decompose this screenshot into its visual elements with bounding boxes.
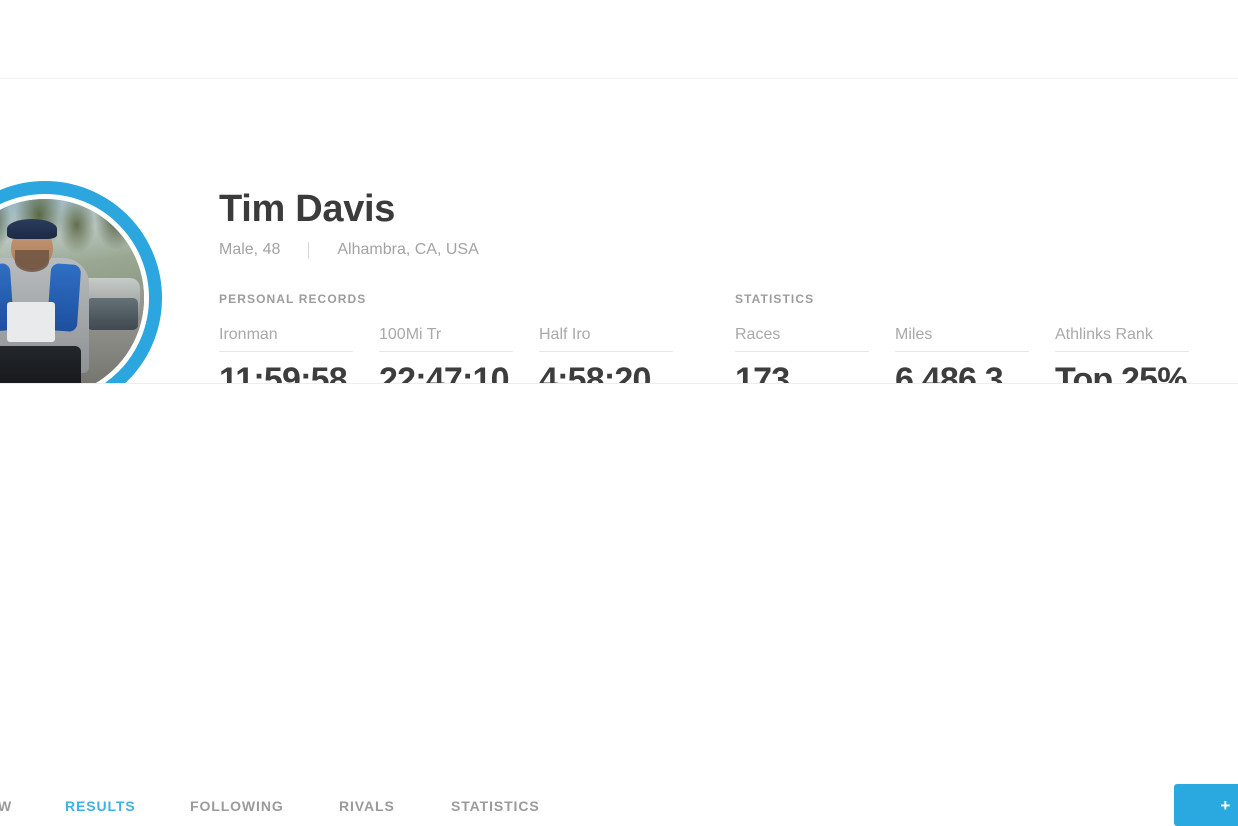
tab-following[interactable]: FOLLOWING — [190, 797, 284, 815]
pr-rule — [219, 351, 353, 352]
tab-rivals[interactable]: RIVALS — [339, 797, 395, 815]
profile-location: Alhambra, CA, USA — [337, 241, 479, 258]
content-area — [0, 460, 1238, 620]
meta-separator — [308, 241, 310, 259]
tab-bar: W RESULTS FOLLOWING RIVALS STATISTICS + … — [0, 384, 1238, 826]
tab-results[interactable]: RESULTS — [65, 797, 136, 815]
tab-statistics[interactable]: STATISTICS — [451, 797, 540, 815]
pr-label: Ironman — [219, 326, 278, 343]
personal-records-title: PERSONAL RECORDS — [219, 292, 367, 306]
stat-rule — [735, 351, 869, 352]
top-blank-strip — [0, 0, 1238, 78]
follow-button[interactable]: + F — [1174, 784, 1238, 826]
profile-page: Tim Davis Male, 48 Alhambra, CA, USA PER… — [0, 0, 1238, 826]
photo-vehicle-2 — [86, 298, 139, 330]
avatar-photo — [0, 199, 144, 397]
pr-label: Half Iro — [539, 326, 591, 343]
statistics-title: STATISTICS — [735, 292, 815, 306]
pr-rule — [379, 351, 513, 352]
profile-meta: Male, 48 Alhambra, CA, USA — [219, 239, 479, 261]
page-title: Tim Davis — [219, 188, 396, 230]
stat-rule — [1055, 351, 1189, 352]
stat-label: Athlinks Rank — [1055, 326, 1153, 343]
stat-label: Miles — [895, 326, 933, 343]
photo-race-bib — [7, 301, 55, 342]
pr-rule — [539, 351, 673, 352]
photo-person-cap — [7, 218, 57, 239]
profile-gender-age: Male, 48 — [219, 241, 281, 258]
plus-icon: + — [1220, 795, 1232, 815]
pr-label: 100Mi Tr — [379, 326, 442, 343]
stat-rule — [895, 351, 1029, 352]
stat-label: Races — [735, 326, 781, 343]
tab-overview[interactable]: W — [0, 797, 12, 815]
profile-header-band: Tim Davis Male, 48 Alhambra, CA, USA PER… — [0, 79, 1238, 421]
